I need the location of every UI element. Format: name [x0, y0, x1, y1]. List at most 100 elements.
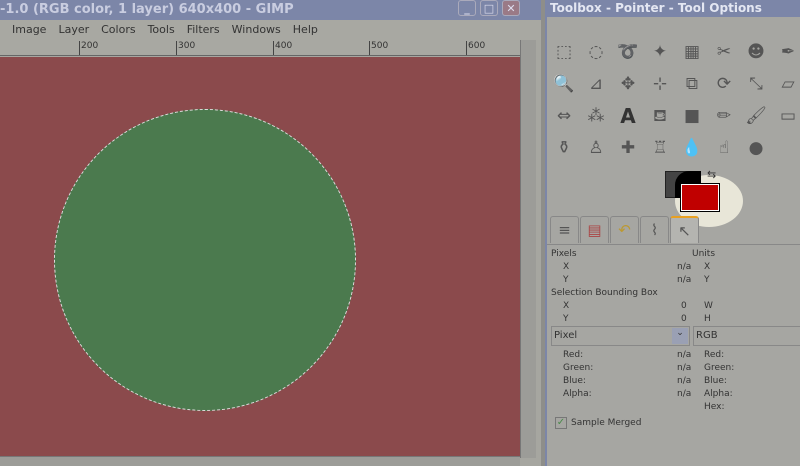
- pointer-panel: [547, 244, 800, 245]
- channel-r: Blue:: [704, 376, 727, 386]
- text-tool-icon[interactable]: A: [616, 104, 640, 128]
- ellipse-select-tool-icon[interactable]: ◌: [584, 40, 608, 64]
- background-color[interactable]: [680, 183, 720, 212]
- rgb-mode-select[interactable]: RGB: [693, 326, 800, 346]
- chevron-down-icon[interactable]: ⌄: [672, 328, 688, 344]
- swap-colors-icon[interactable]: ⇆: [707, 168, 716, 181]
- vertical-scrollbar[interactable]: [520, 40, 536, 458]
- ruler-label: 400: [273, 41, 292, 55]
- channel-k: Green:: [563, 363, 594, 373]
- toolbox-title: Toolbox - Pointer - Tool Options: [547, 0, 800, 17]
- menu-layer[interactable]: Layer: [52, 20, 95, 40]
- tab-channels[interactable]: ▤: [580, 216, 609, 243]
- perspective-clone-tool-icon[interactable]: ♖: [648, 136, 672, 160]
- free-select-tool-icon[interactable]: ➰: [616, 40, 640, 64]
- toolbox-window: Toolbox - Pointer - Tool Options ⬚ ◌ ➰ ✦ ▦ ✂ ☻…: [545, 0, 800, 466]
- tab-undo[interactable]: ↶: [610, 216, 639, 243]
- value: n/a: [677, 275, 692, 285]
- rect-select-tool-icon[interactable]: ⬚: [552, 40, 576, 64]
- ink-tool-icon[interactable]: ⚱: [552, 136, 576, 160]
- menu-filters[interactable]: Filters: [181, 20, 226, 40]
- horizontal-scrollbar[interactable]: [0, 456, 520, 466]
- image-window: -1.0 (RGB color, 1 layer) 640x400 - GIMP…: [0, 0, 541, 466]
- flip-tool-icon[interactable]: ⇔: [552, 104, 576, 128]
- channel-r: Green:: [704, 363, 735, 373]
- bucket-fill-tool-icon[interactable]: ⛾: [648, 104, 672, 128]
- move-tool-icon[interactable]: ✥: [616, 72, 640, 96]
- select-value: RGB: [696, 330, 718, 341]
- ruler-label: 500: [369, 41, 388, 55]
- scale-tool-icon[interactable]: ⤡: [744, 72, 768, 96]
- align-tool-icon[interactable]: ⊹: [648, 72, 672, 96]
- title-bar: -1.0 (RGB color, 1 layer) 640x400 - GIMP…: [0, 0, 541, 20]
- value: 0: [681, 314, 687, 324]
- label: X: [563, 262, 570, 272]
- channel-r: Red:: [704, 350, 725, 360]
- pixels-label: Pixels: [551, 249, 577, 259]
- label: Y: [563, 275, 569, 285]
- smudge-tool-icon[interactable]: ☝: [712, 136, 736, 160]
- label: X: [563, 301, 570, 311]
- label: W: [704, 301, 713, 311]
- menu-help[interactable]: Help: [287, 20, 324, 40]
- circle-selection: [54, 109, 356, 411]
- foreground-select-tool-icon[interactable]: ☻: [744, 40, 768, 64]
- rotate-tool-icon[interactable]: ⟳: [712, 72, 736, 96]
- menu-windows[interactable]: Windows: [226, 20, 287, 40]
- fuzzy-select-tool-icon[interactable]: ✦: [648, 40, 672, 64]
- label: H: [704, 314, 711, 324]
- ruler-label: 200: [79, 41, 98, 55]
- select-value: Pixel: [554, 330, 578, 341]
- channel-v: n/a: [677, 363, 692, 373]
- horizontal-ruler[interactable]: 200 300 400 500 600: [0, 40, 520, 56]
- label: Y: [704, 275, 710, 285]
- channel-v: n/a: [677, 389, 692, 399]
- clone-tool-icon[interactable]: ♙: [584, 136, 608, 160]
- pencil-tool-icon[interactable]: ✏: [712, 104, 736, 128]
- channel-v: n/a: [677, 350, 692, 360]
- bbox-label: Selection Bounding Box: [551, 288, 658, 298]
- blur-tool-icon[interactable]: 💧: [680, 136, 704, 160]
- value: n/a: [677, 262, 692, 272]
- blend-tool-icon[interactable]: ■: [680, 104, 704, 128]
- paintbrush-tool-icon[interactable]: 🖌: [744, 104, 768, 128]
- ruler-label: 600: [466, 41, 485, 55]
- hex-label: Hex:: [704, 402, 725, 412]
- menubar: Image Layer Colors Tools Filters Windows…: [0, 20, 541, 40]
- cage-tool-icon[interactable]: ⁂: [584, 104, 608, 128]
- units-label: Units: [692, 249, 716, 259]
- channel-k: Red:: [563, 350, 584, 360]
- dodge-burn-tool-icon[interactable]: ●: [744, 136, 768, 160]
- shear-tool-icon[interactable]: ▱: [776, 72, 800, 96]
- label: Y: [563, 314, 569, 324]
- crop-tool-icon[interactable]: ⧉: [680, 72, 704, 96]
- minimize-button[interactable]: _: [458, 0, 476, 16]
- value: 0: [681, 301, 687, 311]
- measure-tool-icon[interactable]: ⊿: [584, 72, 608, 96]
- tab-layers[interactable]: ≡: [550, 216, 579, 243]
- tab-pointer[interactable]: ↖: [670, 216, 699, 243]
- menu-colors[interactable]: Colors: [95, 20, 141, 40]
- channel-k: Alpha:: [563, 389, 592, 399]
- menu-image[interactable]: Image: [0, 20, 52, 40]
- heal-tool-icon[interactable]: ✚: [616, 136, 640, 160]
- tab-paths[interactable]: ⌇: [640, 216, 669, 243]
- color-select-tool-icon[interactable]: ▦: [680, 40, 704, 64]
- image-canvas[interactable]: [0, 57, 520, 456]
- maximize-button[interactable]: □: [480, 0, 498, 16]
- label: X: [704, 262, 711, 272]
- channel-r: Alpha:: [704, 389, 733, 399]
- menu-tools[interactable]: Tools: [142, 20, 181, 40]
- sample-merged-label[interactable]: Sample Merged: [571, 418, 641, 428]
- close-button[interactable]: ✕: [502, 0, 520, 16]
- sample-merged-checkbox[interactable]: ✓: [555, 417, 567, 429]
- paths-tool-icon[interactable]: ✒: [776, 40, 800, 64]
- scissors-select-tool-icon[interactable]: ✂: [712, 40, 736, 64]
- ruler-label: 300: [176, 41, 195, 55]
- zoom-tool-icon[interactable]: 🔍: [552, 72, 576, 96]
- channel-v: n/a: [677, 376, 692, 386]
- channel-k: Blue:: [563, 376, 586, 386]
- pixel-mode-select[interactable]: Pixel ⌄: [551, 326, 690, 346]
- eraser-tool-icon[interactable]: ▭: [776, 104, 800, 128]
- window-title: -1.0 (RGB color, 1 layer) 640x400 - GIMP: [0, 2, 294, 17]
